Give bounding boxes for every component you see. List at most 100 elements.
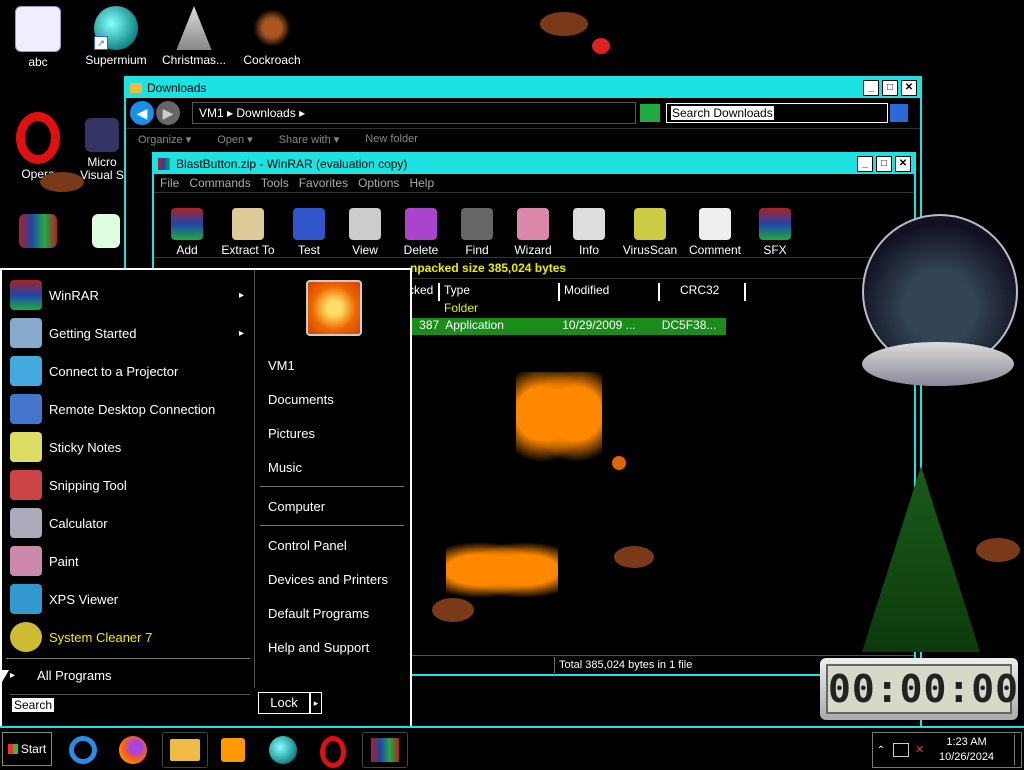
test-button[interactable]: Test: [282, 208, 336, 257]
column-type[interactable]: Type: [440, 283, 560, 301]
test-icon: [293, 208, 325, 240]
start-button[interactable]: Start: [2, 732, 52, 766]
add-button[interactable]: Add: [160, 208, 214, 257]
start-link-music[interactable]: Music: [256, 450, 408, 484]
menu-help[interactable]: Help: [409, 176, 434, 190]
start-link-documents[interactable]: Documents: [256, 382, 408, 416]
column-crc32[interactable]: CRC32: [660, 283, 746, 301]
start-link-control-panel[interactable]: Control Panel: [256, 528, 408, 562]
open-button[interactable]: Open ▾: [217, 133, 253, 146]
find-button[interactable]: Find: [450, 208, 504, 257]
expand-arrow-icon: ▸: [10, 669, 16, 681]
start-item-winrar[interactable]: WinRAR ▸: [2, 276, 254, 314]
window-title: BlastButton.zip - WinRAR (evaluation cop…: [176, 157, 408, 171]
taskbar-internet-explorer[interactable]: [62, 732, 104, 768]
taskbar-opera[interactable]: [312, 732, 354, 768]
maximize-button[interactable]: □: [882, 80, 898, 96]
info-icon: [573, 208, 605, 240]
column-packed[interactable]: cked: [408, 283, 440, 301]
lock-button[interactable]: Lock: [258, 692, 310, 714]
start-menu-programs: WinRAR ▸ Getting Started ▸ Connect to a Pr…: [2, 270, 255, 688]
info-button[interactable]: Info: [562, 208, 616, 257]
downloads-titlebar[interactable]: Downloads _ □ ✕: [126, 78, 920, 98]
table-row[interactable]: 387 Application 10/29/2009 ... DC5F38...: [408, 318, 726, 335]
taskbar-file-explorer[interactable]: [162, 732, 208, 768]
share-with-button[interactable]: Share with ▾: [279, 133, 340, 146]
menu-favorites[interactable]: Favorites: [299, 176, 348, 190]
start-search-input[interactable]: Search: [10, 694, 250, 715]
cockroach-icon: [976, 538, 1020, 562]
start-item-connect-projector[interactable]: Connect to a Projector: [2, 352, 254, 390]
view-button[interactable]: View: [338, 208, 392, 257]
start-item-snipping-tool[interactable]: Snipping Tool: [2, 466, 254, 504]
clock[interactable]: 1:23 AM 10/26/2024: [939, 735, 994, 765]
start-item-sticky-notes[interactable]: Sticky Notes: [2, 428, 254, 466]
desktop-icon-microsoft-visual[interactable]: Micro Visual S: [72, 118, 132, 182]
menu-options[interactable]: Options: [358, 176, 399, 190]
maximize-button[interactable]: □: [876, 156, 892, 172]
sfx-icon: [759, 208, 791, 240]
virusscan-button[interactable]: VirusScan: [618, 208, 682, 257]
start-link-vm1[interactable]: VM1: [256, 348, 408, 382]
start-link-devices-printers[interactable]: Devices and Printers: [256, 562, 408, 596]
calculator-icon: [10, 508, 42, 538]
start-item-calculator[interactable]: Calculator: [2, 504, 254, 542]
start-item-system-cleaner[interactable]: System Cleaner 7: [2, 618, 254, 656]
taskbar-firefox[interactable]: [112, 732, 154, 768]
taskbar-winrar[interactable]: [362, 732, 408, 768]
all-programs-button[interactable]: ▸ All Programs: [2, 661, 254, 689]
minimize-button[interactable]: _: [857, 156, 873, 172]
desktop-icon-abc[interactable]: abc: [0, 6, 76, 69]
winrar-menubar: File Commands Tools Favorites Options He…: [154, 174, 914, 192]
search-downloads-input[interactable]: Search Downloads: [666, 103, 888, 123]
organize-button[interactable]: Organize ▾: [138, 133, 191, 146]
ladybug-icon: [592, 38, 610, 54]
desktop-icon-opera[interactable]: Opera: [0, 112, 76, 181]
sticky-notes-icon: [10, 432, 42, 462]
menu-tools[interactable]: Tools: [261, 176, 289, 190]
user-avatar[interactable]: [306, 280, 362, 336]
taskbar-media-player[interactable]: [212, 732, 254, 768]
close-button[interactable]: ✕: [901, 80, 917, 96]
column-modified[interactable]: Modified: [560, 283, 660, 301]
delete-button[interactable]: Delete: [394, 208, 448, 257]
start-item-remote-desktop[interactable]: Remote Desktop Connection: [2, 390, 254, 428]
start-link-help-support[interactable]: Help and Support: [256, 630, 408, 664]
desktop-icon-christmas[interactable]: Christmas...: [156, 6, 232, 67]
lock-options-button[interactable]: ▸: [310, 692, 322, 714]
close-button[interactable]: ✕: [895, 156, 911, 172]
winrar-toolbar: Add Extract To Test View Delete Find Wiz…: [154, 192, 914, 258]
desktop-icon-winrar[interactable]: [0, 214, 76, 252]
volume-muted-icon[interactable]: ✕: [915, 744, 929, 756]
back-button[interactable]: ◀: [130, 101, 154, 125]
desktop-icon-cockroach[interactable]: Cockroach: [234, 6, 310, 67]
start-link-computer[interactable]: Computer: [256, 489, 408, 523]
show-desktop-button[interactable]: [1014, 735, 1021, 765]
winrar-titlebar[interactable]: BlastButton.zip - WinRAR (evaluation cop…: [154, 154, 914, 174]
sfx-button[interactable]: SFX: [748, 208, 802, 257]
start-item-getting-started[interactable]: Getting Started ▸: [2, 314, 254, 352]
start-link-pictures[interactable]: Pictures: [256, 416, 408, 450]
forward-button[interactable]: ▶: [156, 101, 180, 125]
network-icon[interactable]: [893, 743, 909, 757]
comment-button[interactable]: Comment: [684, 208, 746, 257]
show-hidden-icons-button[interactable]: ⌃: [873, 745, 889, 756]
taskbar-supermium[interactable]: [262, 732, 304, 768]
cockroach-icon: [250, 6, 294, 50]
refresh-button[interactable]: [640, 104, 660, 122]
paint-palette-icon: [10, 546, 42, 576]
new-folder-button[interactable]: New folder: [365, 133, 418, 145]
desktop-icon-supermium[interactable]: ↗ Supermium: [78, 6, 154, 67]
extract-to-button[interactable]: Extract To: [216, 208, 280, 257]
submenu-arrow-icon: ▸: [238, 327, 244, 339]
desktop-icon-notepad[interactable]: [84, 214, 128, 252]
search-icon[interactable]: [890, 104, 908, 122]
minimize-button[interactable]: _: [863, 80, 879, 96]
start-link-default-programs[interactable]: Default Programs: [256, 596, 408, 630]
menu-file[interactable]: File: [160, 176, 179, 190]
start-item-xps-viewer[interactable]: XPS Viewer: [2, 580, 254, 618]
address-bar[interactable]: VM1 ▸ Downloads ▸: [192, 102, 636, 124]
menu-commands[interactable]: Commands: [189, 176, 250, 190]
wizard-button[interactable]: Wizard: [506, 208, 560, 257]
start-item-paint[interactable]: Paint: [2, 542, 254, 580]
